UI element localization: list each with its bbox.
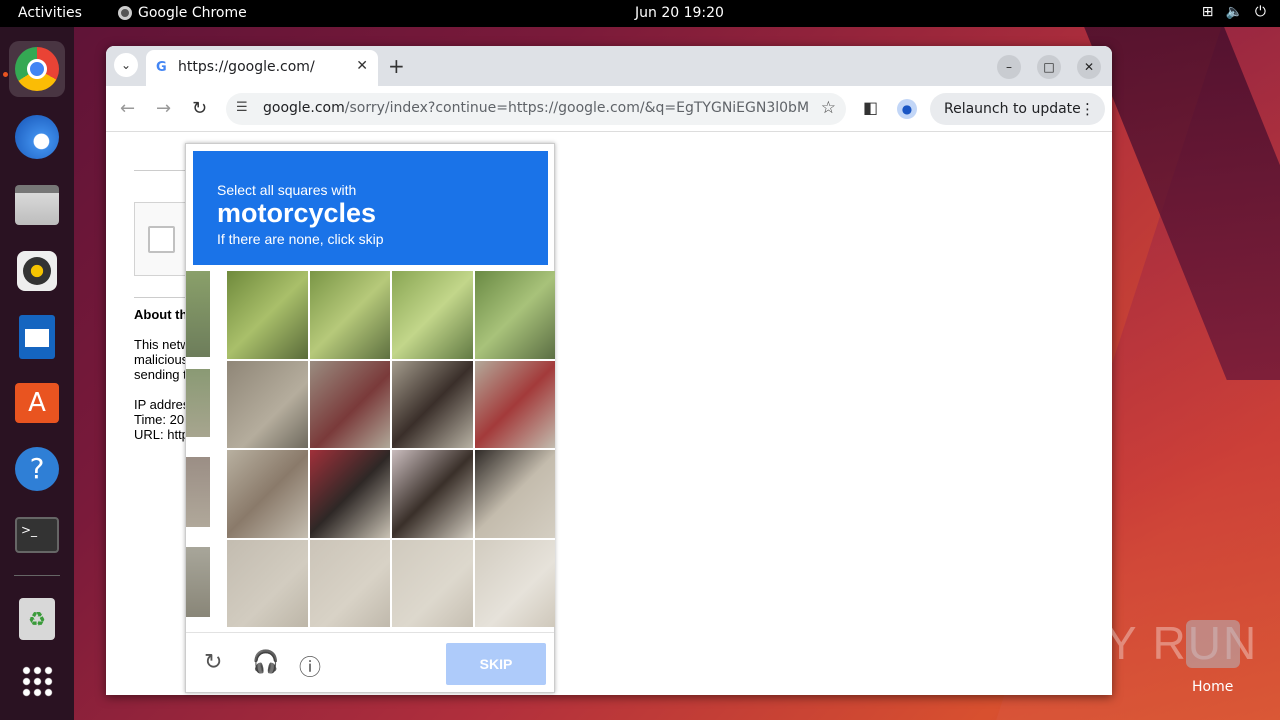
maximize-button[interactable]: □ — [1037, 55, 1061, 79]
volume-icon: 🔈 — [1225, 4, 1243, 20]
app-menu[interactable]: Google Chrome — [118, 5, 247, 21]
activities-button[interactable]: Activities — [18, 5, 82, 21]
reload-icon[interactable]: ↻ — [192, 98, 207, 119]
minimize-button[interactable]: – — [997, 55, 1021, 79]
profile-avatar[interactable]: ● — [897, 99, 917, 119]
time-line: Time: 20 — [134, 412, 185, 427]
grid-tile[interactable] — [392, 271, 473, 359]
recaptcha-checkbox[interactable] — [148, 226, 175, 253]
google-favicon-icon: G — [156, 60, 167, 75]
power-icon: ⏻ — [1254, 4, 1266, 20]
writer-icon[interactable] — [9, 309, 65, 365]
para-line: sending t — [134, 367, 187, 382]
site-info-icon[interactable]: ☰ — [236, 100, 248, 115]
tab-active[interactable]: G https://google.com/ ✕ — [146, 50, 378, 86]
apps-grid-icon[interactable] — [9, 653, 65, 709]
about-heading: About th — [134, 307, 188, 322]
app-name: Google Chrome — [138, 5, 247, 21]
more-menu-icon[interactable]: ⋮ — [1080, 100, 1095, 118]
grid-tile[interactable] — [392, 450, 473, 538]
grid-tile[interactable] — [227, 450, 308, 538]
dock: A ? >_ ♻ — [0, 27, 74, 720]
para-line: This netw — [134, 337, 190, 352]
software-icon[interactable]: A — [9, 375, 65, 431]
close-window-button[interactable]: ✕ — [1077, 55, 1101, 79]
thunderbird-icon[interactable] — [9, 109, 65, 165]
image-grid — [227, 271, 555, 627]
grid-tile[interactable] — [474, 539, 556, 628]
grid-tile[interactable] — [309, 450, 391, 538]
para-line: malicious — [134, 352, 189, 367]
skip-button[interactable]: SKIP — [446, 643, 546, 685]
tab-strip: ⌄ G https://google.com/ ✕ + – □ ✕ — [106, 46, 1112, 86]
running-indicator — [3, 72, 8, 77]
reload-challenge-icon[interactable]: ↻ — [204, 650, 222, 675]
chrome-icon[interactable] — [9, 41, 65, 97]
new-tab-button[interactable]: + — [388, 54, 405, 78]
grid-tile[interactable] — [474, 271, 556, 359]
grid-tile[interactable] — [227, 539, 308, 628]
bookmark-star-icon[interactable]: ☆ — [821, 98, 836, 118]
back-icon[interactable]: ← — [120, 98, 135, 119]
close-tab-icon[interactable]: ✕ — [356, 58, 368, 74]
grid-tile[interactable] — [392, 360, 473, 449]
help-icon[interactable]: ? — [9, 441, 65, 497]
grid-tile[interactable] — [227, 271, 308, 359]
url-line: URL: http — [134, 427, 189, 442]
trash-icon[interactable]: ♻ — [9, 591, 65, 647]
tab-title: https://google.com/ — [178, 59, 315, 75]
address-bar[interactable]: ☰ google.com/sorry/index?continue=https:… — [226, 93, 846, 125]
captcha-challenge: Select all squares with motorcycles If t… — [185, 143, 555, 693]
top-bar: Activities Google Chrome Jun 20 19:20 ⊞ … — [0, 0, 1280, 27]
captcha-header: Select all squares with motorcycles If t… — [193, 151, 548, 265]
ip-line: IP addres — [134, 397, 190, 412]
home-folder-icon[interactable] — [1186, 620, 1240, 668]
clock[interactable]: Jun 20 19:20 — [635, 5, 724, 21]
system-tray[interactable]: ⊞ 🔈 ⏻ — [1202, 4, 1266, 20]
captcha-instruction: Select all squares with — [217, 182, 357, 198]
captcha-hint: If there are none, click skip — [217, 231, 384, 247]
side-panel-icon[interactable]: ◧ — [863, 98, 878, 117]
tab-search-button[interactable]: ⌄ — [114, 53, 138, 77]
relaunch-button[interactable]: Relaunch to update ⋮ — [930, 93, 1105, 125]
audio-challenge-icon[interactable]: 🎧 — [252, 650, 279, 675]
files-icon[interactable] — [9, 177, 65, 233]
chrome-small-icon — [118, 6, 132, 20]
url-text[interactable]: google.com/sorry/index?continue=https://… — [263, 100, 808, 116]
grid-tile[interactable] — [474, 450, 556, 538]
grid-tile[interactable] — [392, 539, 473, 628]
previous-image-strip — [186, 271, 210, 618]
grid-tile[interactable] — [227, 360, 308, 449]
terminal-icon[interactable]: >_ — [9, 507, 65, 563]
captcha-footer: ↻ 🎧 ⓘ SKIP — [186, 632, 554, 692]
rhythmbox-icon[interactable] — [9, 243, 65, 299]
captcha-target: motorcycles — [217, 198, 377, 228]
grid-tile[interactable] — [309, 271, 391, 359]
grid-tile[interactable] — [309, 539, 391, 628]
home-label: Home — [1192, 679, 1234, 695]
info-icon[interactable]: ⓘ — [299, 650, 321, 682]
forward-icon[interactable]: → — [156, 98, 171, 119]
grid-tile[interactable] — [474, 360, 556, 449]
toolbar: ← → ↻ ☰ google.com/sorry/index?continue=… — [106, 86, 1112, 132]
network-icon: ⊞ — [1201, 4, 1214, 20]
grid-tile[interactable] — [309, 360, 391, 449]
